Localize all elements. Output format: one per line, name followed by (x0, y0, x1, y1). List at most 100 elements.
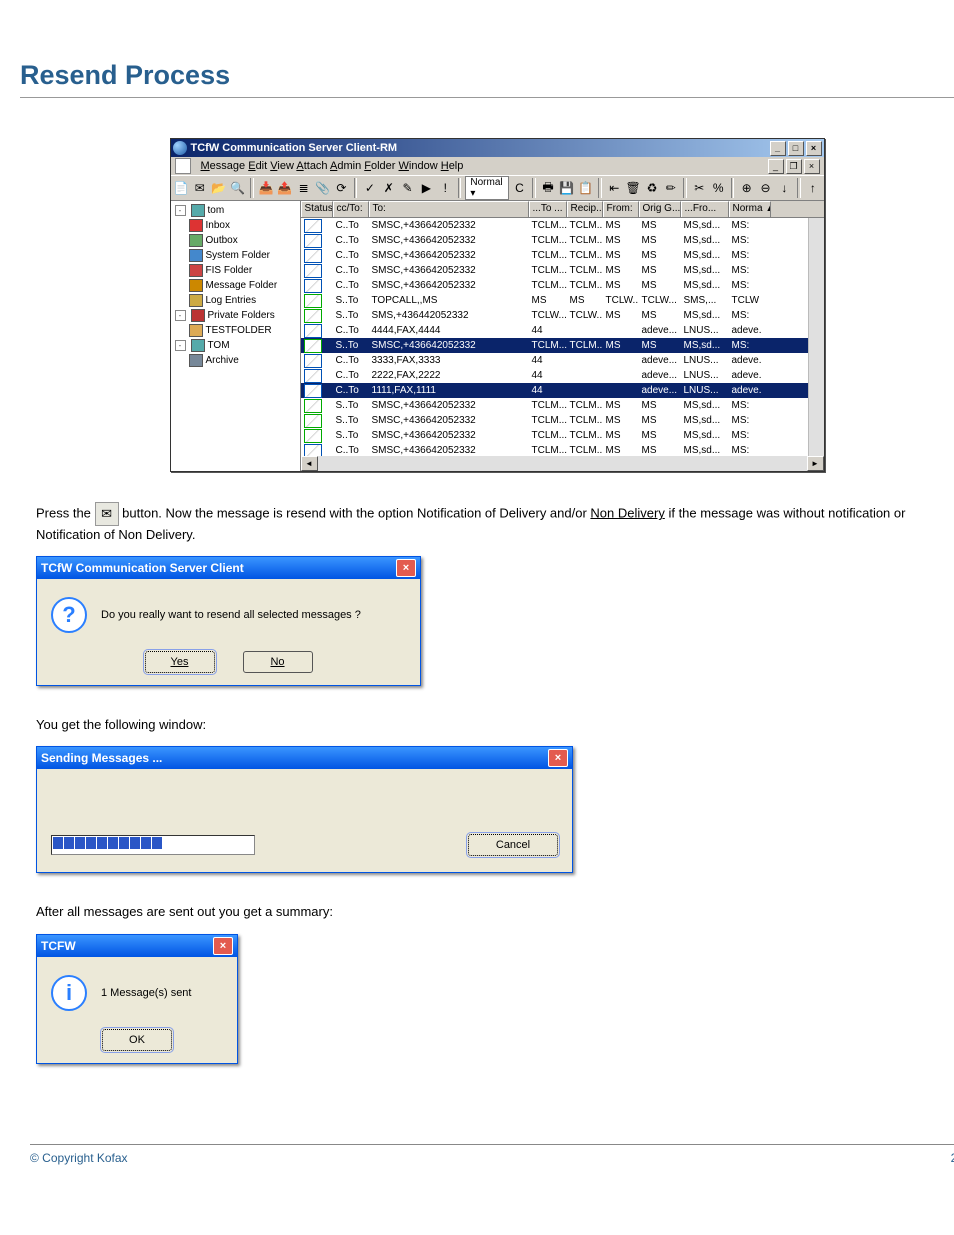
table-row[interactable]: S..ToSMSC,+436642052332TCLM...TCLM...MSM… (301, 338, 824, 353)
sign-icon[interactable]: ✎ (399, 178, 416, 198)
menu-view[interactable]: View (270, 160, 294, 172)
table-row[interactable]: C..To2222,FAX,222244adeve...LNUS...adeve… (301, 368, 824, 383)
open-folder-icon[interactable]: 📂 (210, 178, 227, 198)
table-row[interactable]: C..ToSMSC,+436642052332TCLM...TCLM...MSM… (301, 248, 824, 263)
table-row[interactable]: S..ToTOPCALL,,MSMSMSTCLW...TCLW...SMS,..… (301, 293, 824, 308)
tree-tom[interactable]: -tom (173, 203, 298, 218)
table-row[interactable]: S..ToSMSC,+436642052332TCLM...TCLM...MSM… (301, 398, 824, 413)
tree-toggle-icon[interactable]: - (175, 340, 186, 351)
vertical-scrollbar[interactable] (808, 218, 824, 456)
child-restore-button[interactable]: ❐ (786, 159, 802, 174)
table-row[interactable]: S..ToSMS,+436442052332TCLW...TCLW...MSMS… (301, 308, 824, 323)
table-row[interactable]: C..To1111,FAX,111144adeve...LNUS...adeve… (301, 383, 824, 398)
in-icon[interactable]: 📥 (258, 178, 275, 198)
flag-icon[interactable]: ! (437, 178, 454, 198)
col-header[interactable]: cc/To: (333, 201, 369, 217)
summary-close-button[interactable]: × (213, 937, 233, 955)
menu-edit[interactable]: Edit (248, 160, 267, 172)
table-row[interactable]: C..ToSMSC,+436642052332TCLM...TCLM...MSM… (301, 218, 824, 233)
instruction-step-1: Press the ✉ button. Now the message is r… (36, 502, 954, 544)
ok-button[interactable]: OK (102, 1029, 172, 1051)
cancel-button[interactable]: Cancel (468, 834, 558, 856)
col-header[interactable]: Recip... (567, 201, 603, 217)
down-icon[interactable]: ↓ (776, 178, 793, 198)
horizontal-scrollbar[interactable]: ◄ ► (301, 456, 824, 471)
col-header[interactable]: Orig G... (639, 201, 681, 217)
search-icon[interactable]: 🔍 (229, 178, 246, 198)
no-button[interactable]: No (243, 651, 313, 673)
send-icon[interactable]: ▶ (418, 178, 435, 198)
col-header[interactable]: ...To ... (529, 201, 567, 217)
col-header[interactable]: From: (603, 201, 639, 217)
col-header[interactable]: ...Fro... (681, 201, 729, 217)
attach-icon[interactable]: 📎 (314, 178, 331, 198)
delete-icon[interactable]: 🗑 (625, 178, 642, 198)
menu-folder[interactable]: Folder (364, 160, 395, 172)
zoom-out-icon[interactable]: ⊖ (757, 178, 774, 198)
table-row[interactable]: C..ToSMSC,+436642052332TCLM...TCLM...MSM… (301, 263, 824, 278)
new-icon[interactable]: 📄 (173, 178, 190, 198)
tree-system-folder[interactable]: System Folder (173, 248, 298, 263)
cut-icon[interactable]: ✂ (691, 178, 708, 198)
tree-message-folder[interactable]: Message Folder (173, 278, 298, 293)
from-cell: MS (603, 340, 639, 351)
save-icon[interactable]: 💾 (558, 178, 575, 198)
progress-close-button[interactable]: × (548, 749, 568, 767)
recycle-icon[interactable]: ♻ (644, 178, 661, 198)
table-row[interactable]: C..To3333,FAX,333344adeve...LNUS...adeve… (301, 353, 824, 368)
tree-tom[interactable]: -TOM (173, 338, 298, 353)
menu-window[interactable]: Window (399, 160, 438, 172)
table-row[interactable]: C..ToSMSC,+436642052332TCLM...TCLM...MSM… (301, 278, 824, 293)
close-button[interactable]: × (806, 141, 822, 156)
menu-attach[interactable]: Attach (296, 160, 327, 172)
refresh-icon[interactable]: ⟳ (333, 178, 350, 198)
col-header[interactable]: To: (369, 201, 529, 217)
tree-private-folders[interactable]: -Private Folders (173, 308, 298, 323)
tree-toggle-icon[interactable]: - (175, 310, 186, 321)
table-row[interactable]: S..ToSMSC,+436642052332TCLM...TCLM...MSM… (301, 428, 824, 443)
table-row[interactable]: C..ToSMSC,+436642052332TCLM...TCLM...MSM… (301, 233, 824, 248)
scroll-right-button[interactable]: ► (807, 456, 824, 471)
reload-icon[interactable]: C (511, 178, 528, 198)
out-icon[interactable]: 📤 (276, 178, 293, 198)
list-icon[interactable]: ≣ (295, 178, 312, 198)
table-row[interactable]: C..ToSMSC,+436642052332TCLM...TCLM...MSM… (301, 443, 824, 456)
menu-help[interactable]: Help (441, 160, 464, 172)
tree-toggle-icon[interactable]: - (175, 205, 186, 216)
pct-icon[interactable]: % (710, 178, 727, 198)
folder-tree[interactable]: -tomInboxOutboxSystem FolderFIS FolderMe… (171, 201, 301, 471)
cancel-icon[interactable]: ✗ (380, 178, 397, 198)
menu-admin[interactable]: Admin (330, 160, 361, 172)
yes-button[interactable]: Yes (145, 651, 215, 673)
left-icon[interactable]: ⇤ (606, 178, 623, 198)
edit-icon[interactable]: ✏ (662, 178, 679, 198)
child-minimize-button[interactable]: _ (768, 159, 784, 174)
priority-select[interactable]: Normal ▾ (465, 176, 509, 200)
maximize-button[interactable]: □ (788, 141, 804, 156)
recip-cell: TCLM... (567, 400, 603, 411)
child-close-button[interactable]: × (804, 159, 820, 174)
reply-icon[interactable]: ✉ (191, 178, 208, 198)
col-header[interactable]: Norma ▲ (729, 201, 771, 217)
norm-cell: MS: (729, 250, 771, 261)
table-row[interactable]: S..ToSMSC,+436642052332TCLM...TCLM...MSM… (301, 413, 824, 428)
zoom-in-icon[interactable]: ⊕ (738, 178, 755, 198)
tree-log-entries[interactable]: Log Entries (173, 293, 298, 308)
tree-archive[interactable]: Archive (173, 353, 298, 368)
col-header[interactable]: Status (301, 201, 333, 217)
tree-fis-folder[interactable]: FIS Folder (173, 263, 298, 278)
tree-outbox[interactable]: Outbox (173, 233, 298, 248)
tree-testfolder[interactable]: TESTFOLDER (173, 323, 298, 338)
up-icon[interactable]: ↑ (805, 178, 822, 198)
list-body[interactable]: C..ToSMSC,+436642052332TCLM...TCLM...MSM… (301, 218, 824, 456)
scroll-left-button[interactable]: ◄ (301, 456, 318, 471)
file-icon[interactable]: 📋 (577, 178, 594, 198)
print-icon[interactable]: 🖶 (540, 178, 557, 198)
menu-message[interactable]: Message (201, 160, 246, 172)
minimize-button[interactable]: _ (770, 141, 786, 156)
confirm-close-button[interactable]: × (396, 559, 416, 577)
table-row[interactable]: C..To4444,FAX,444444adeve...LNUS...adeve… (301, 323, 824, 338)
ok-icon[interactable]: ✓ (361, 178, 378, 198)
norm-cell: MS: (729, 415, 771, 426)
tree-inbox[interactable]: Inbox (173, 218, 298, 233)
